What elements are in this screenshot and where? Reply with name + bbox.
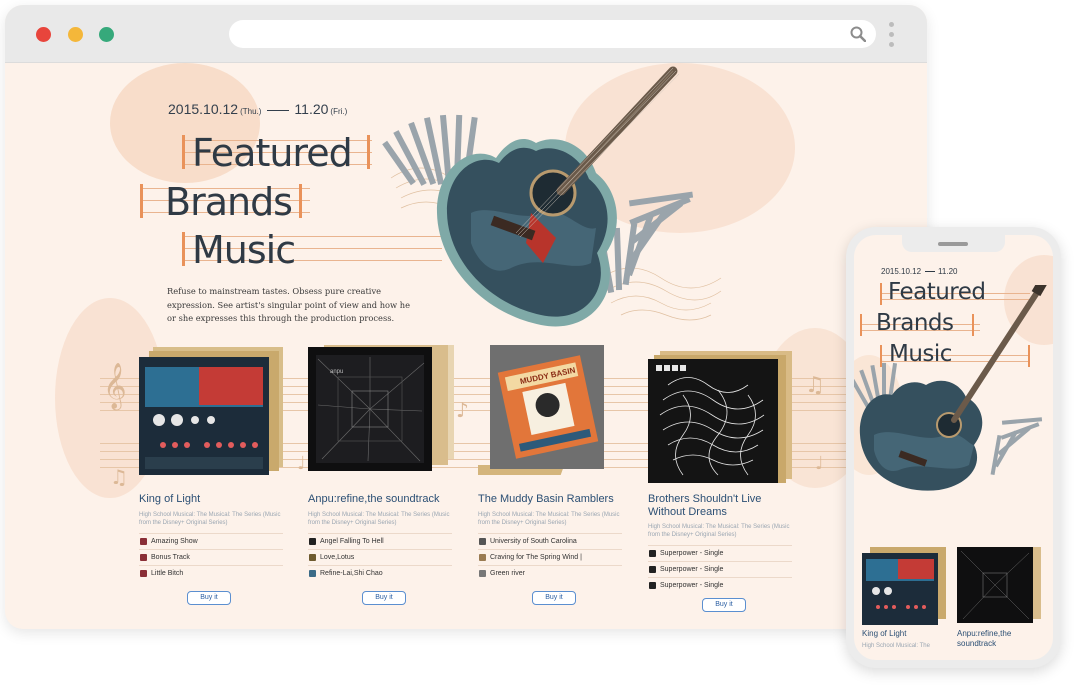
track-item[interactable]: Bonus Track bbox=[139, 549, 283, 565]
track-item[interactable]: Amazing Show bbox=[139, 533, 283, 549]
album-cover[interactable] bbox=[648, 345, 796, 487]
music-note-icon: ♩ bbox=[297, 453, 306, 474]
end-day: (Fri.) bbox=[330, 107, 348, 116]
mobile-album-cover[interactable] bbox=[957, 547, 1041, 627]
album-name[interactable]: King of Light bbox=[139, 493, 289, 506]
album-name[interactable]: The Muddy Basin Ramblers bbox=[478, 493, 628, 506]
mobile-album-cover[interactable] bbox=[862, 547, 946, 627]
buy-button[interactable]: Buy it bbox=[702, 598, 746, 612]
guitar-illustration bbox=[382, 66, 722, 327]
album-name[interactable]: Anpu:refine,the soundtrack bbox=[308, 493, 458, 506]
track-item[interactable]: Green river bbox=[478, 565, 622, 581]
track-list: Superpower - Single Superpower - Single … bbox=[648, 545, 792, 593]
mobile-end-date: 11.20 bbox=[938, 267, 958, 276]
mobile-event-date-range: 2015.10.12 11.20 bbox=[881, 267, 957, 276]
buy-button[interactable]: Buy it bbox=[532, 591, 576, 605]
page-content: 𝄞 ♪ ♫ ♫ ♩ ♩ 2015.10.12 (Thu.) 11.20 (Fri.) … bbox=[5, 63, 927, 629]
track-list: University of South Carolina Craving for… bbox=[478, 533, 622, 581]
mobile-album-name[interactable]: King of Light bbox=[862, 629, 954, 639]
album-subtitle: High School Musical: The Musical: The Se… bbox=[648, 524, 790, 538]
mobile-album-name[interactable]: Anpu:refine,the soundtrack bbox=[957, 629, 1049, 649]
music-note-icon: ♫ bbox=[805, 373, 825, 398]
track-list: Amazing Show Bonus Track Little Bitch bbox=[139, 533, 283, 581]
event-date-range: 2015.10.12 (Thu.) 11.20 (Fri.) bbox=[168, 101, 347, 117]
track-item[interactable]: Superpower - Single bbox=[648, 545, 792, 561]
title-music: Music bbox=[192, 228, 296, 272]
track-list: Angel Falling To Hell Love,Lotus Refine-… bbox=[308, 533, 452, 581]
track-item[interactable]: Little Bitch bbox=[139, 565, 283, 581]
album-cover[interactable] bbox=[139, 345, 287, 487]
buy-button[interactable]: Buy it bbox=[362, 591, 406, 605]
end-date: 11.20 bbox=[294, 101, 329, 117]
music-note-icon: ♩ bbox=[815, 453, 824, 474]
title-featured: Featured bbox=[192, 131, 353, 175]
mobile-album-subtitle: High School Musical: The bbox=[862, 643, 930, 649]
close-window-button[interactable] bbox=[36, 27, 51, 42]
browser-window: 𝄞 ♪ ♫ ♫ ♩ ♩ 2015.10.12 (Thu.) 11.20 (Fri.) … bbox=[5, 5, 927, 629]
treble-clef-icon: 𝄞 bbox=[103, 363, 127, 409]
title-brands: Brands bbox=[165, 180, 293, 224]
album-subtitle: High School Musical: The Musical: The Se… bbox=[478, 512, 620, 526]
mobile-guitar-illustration bbox=[854, 285, 1050, 491]
address-bar[interactable] bbox=[229, 20, 876, 48]
hero-tagline: Refuse to mainstream tastes. Obsess pure… bbox=[167, 286, 411, 323]
phone-mockup: 2015.10.12 11.20 Featured Brands Music K… bbox=[846, 227, 1061, 668]
track-item[interactable]: University of South Carolina bbox=[478, 533, 622, 549]
start-date: 2015.10.12 bbox=[168, 101, 239, 117]
start-day: (Thu.) bbox=[240, 107, 262, 116]
track-item[interactable]: Refine-Lai,Shi Chao bbox=[308, 565, 452, 581]
track-item[interactable]: Angel Falling To Hell bbox=[308, 533, 452, 549]
music-note-icon: ♫ bbox=[110, 465, 128, 489]
search-icon[interactable] bbox=[850, 26, 866, 42]
album-subtitle: High School Musical: The Musical: The Se… bbox=[308, 512, 450, 526]
music-note-icon: ♪ bbox=[456, 398, 469, 422]
buy-button[interactable]: Buy it bbox=[187, 591, 231, 605]
album-subtitle: High School Musical: The Musical: The Se… bbox=[139, 512, 281, 526]
minimize-window-button[interactable] bbox=[68, 27, 83, 42]
album-cover[interactable]: anpu bbox=[308, 345, 456, 487]
browser-toolbar bbox=[5, 5, 927, 63]
cover-text: anpu bbox=[330, 369, 343, 375]
track-item[interactable]: Superpower - Single bbox=[648, 577, 792, 593]
kebab-menu-icon[interactable] bbox=[887, 22, 895, 48]
phone-notch bbox=[902, 235, 1005, 252]
track-item[interactable]: Craving for The Spring Wind | bbox=[478, 549, 622, 565]
maximize-window-button[interactable] bbox=[99, 27, 114, 42]
track-item[interactable]: Love,Lotus bbox=[308, 549, 452, 565]
album-cover[interactable]: MUDDY BASIN bbox=[478, 345, 626, 487]
mobile-start-date: 2015.10.12 bbox=[881, 267, 922, 276]
phone-screen: 2015.10.12 11.20 Featured Brands Music K… bbox=[854, 235, 1053, 660]
track-item[interactable]: Superpower - Single bbox=[648, 561, 792, 577]
album-name[interactable]: Brothers Shouldn't Live Without Dreams bbox=[648, 493, 798, 519]
